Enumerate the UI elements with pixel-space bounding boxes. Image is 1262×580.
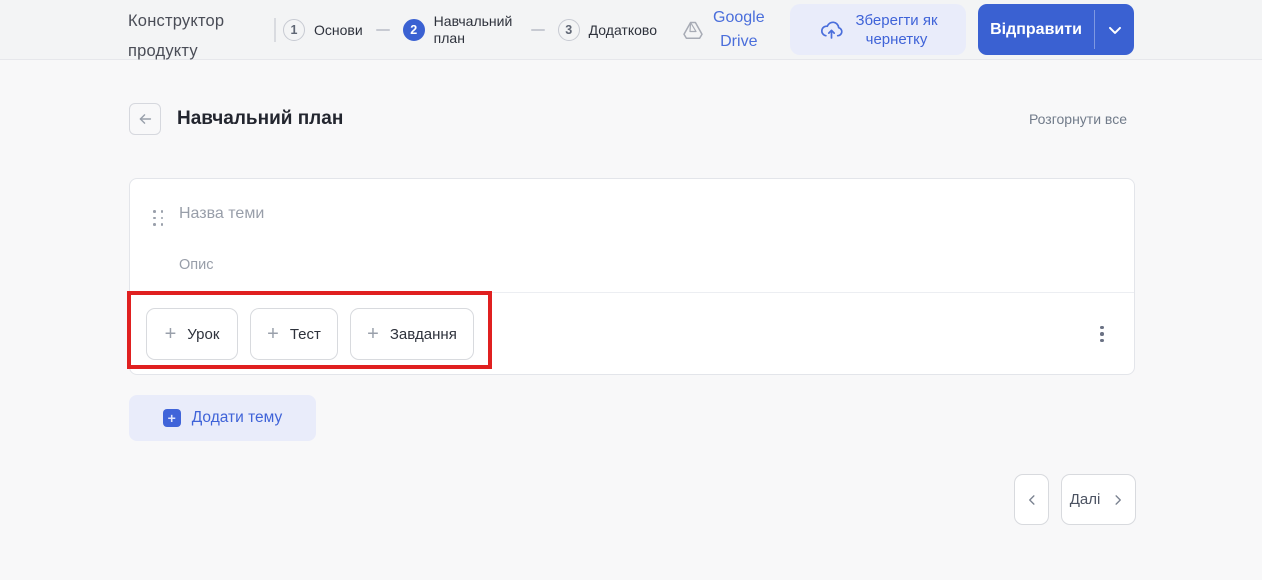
step-separator-icon — [530, 29, 545, 31]
prev-page-button[interactable] — [1014, 474, 1049, 525]
step-additional[interactable]: 3 Додатково — [557, 19, 657, 41]
stepper: 1 Основи 2 Навчальний план 3 Додатково — [283, 0, 657, 60]
plus-square-icon: + — [162, 409, 181, 427]
save-draft-button[interactable]: Зберегти як чернетку — [790, 4, 966, 55]
google-drive-icon — [681, 18, 705, 42]
step-2-label: Навчальний план — [433, 13, 513, 46]
app-title-line1: Конструктор — [128, 12, 225, 30]
chevron-right-icon — [1109, 491, 1127, 509]
next-page-button[interactable]: Далі — [1061, 474, 1136, 525]
add-test-button[interactable]: + Тест — [250, 308, 338, 360]
add-topic-label: Додати тему — [191, 409, 283, 426]
add-lesson-button[interactable]: + Урок — [146, 308, 238, 360]
step-1-label: Основи — [314, 21, 363, 38]
add-test-label: Тест — [289, 325, 321, 343]
add-task-button[interactable]: + Завдання — [350, 308, 474, 360]
drag-handle-icon[interactable] — [153, 210, 164, 227]
header-bar: Конструктор продукту 1 Основи 2 Навчальн… — [0, 0, 1262, 60]
next-page-label: Далі — [1069, 491, 1101, 508]
step-curriculum[interactable]: 2 Навчальний план — [402, 13, 518, 47]
topic-description-input[interactable] — [179, 257, 819, 273]
header-divider — [274, 18, 276, 42]
page-title: Навчальний план — [177, 108, 344, 129]
app-title-line2: продукту — [128, 42, 198, 60]
google-drive-button[interactable]: Google Drive — [681, 9, 765, 51]
plus-icon: + — [367, 323, 379, 345]
cloud-upload-icon — [818, 16, 845, 43]
submit-split-button: Відправити — [978, 4, 1134, 55]
step-separator-icon — [375, 29, 390, 31]
app-title: Конструктор продукту — [128, 6, 224, 66]
step-3-label: Додатково — [588, 21, 657, 38]
step-1-circle: 1 — [283, 19, 305, 41]
submit-button[interactable]: Відправити — [978, 4, 1094, 55]
card-divider — [130, 292, 1134, 293]
add-topic-button[interactable]: + Додати тему — [129, 395, 316, 441]
step-3-circle: 3 — [557, 19, 580, 41]
product-constructor-page: Конструктор продукту 1 Основи 2 Навчальн… — [0, 0, 1262, 580]
add-task-label: Завдання — [389, 325, 457, 343]
step-2-circle: 2 — [402, 19, 425, 41]
submit-dropdown-button[interactable] — [1095, 4, 1134, 55]
kebab-icon — [1100, 325, 1104, 330]
chevron-left-icon — [1023, 491, 1041, 509]
expand-all-button[interactable]: Розгорнути все — [1029, 111, 1127, 127]
google-drive-label: Google Drive — [713, 9, 765, 50]
plus-icon: + — [267, 323, 279, 345]
topic-menu-button[interactable] — [1088, 320, 1116, 348]
chevron-down-icon — [1105, 20, 1125, 40]
add-lesson-label: Урок — [187, 325, 220, 343]
topic-name-input[interactable] — [179, 205, 819, 223]
save-draft-label: Зберегти як чернетку — [855, 11, 938, 48]
back-button[interactable] — [129, 103, 161, 135]
topic-card: + Урок + Тест + Завдання — [129, 178, 1135, 375]
plus-icon: + — [164, 323, 177, 345]
arrow-left-icon — [135, 109, 155, 129]
step-basics[interactable]: 1 Основи — [283, 19, 363, 41]
